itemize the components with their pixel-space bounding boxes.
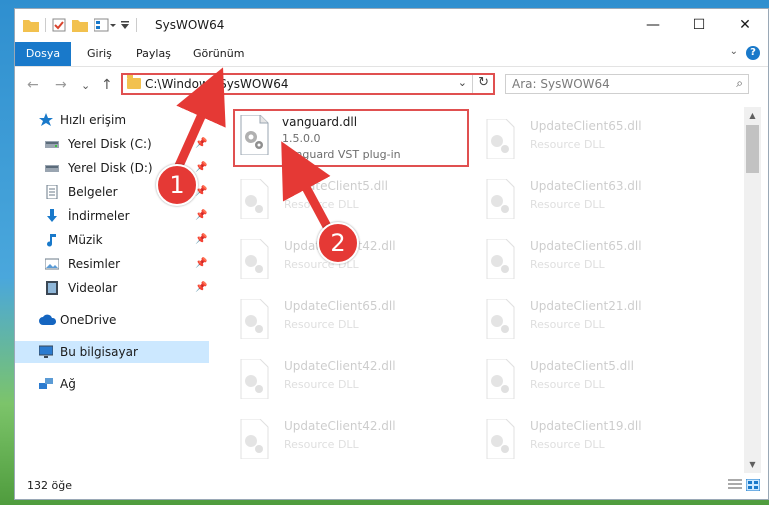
- step-1-badge: 1: [156, 164, 198, 206]
- step-2-badge: 2: [317, 222, 359, 264]
- arrow-to-address-bar: [173, 67, 226, 170]
- tutorial-arrows: [173, 67, 334, 235]
- arrow-to-file: [281, 141, 334, 235]
